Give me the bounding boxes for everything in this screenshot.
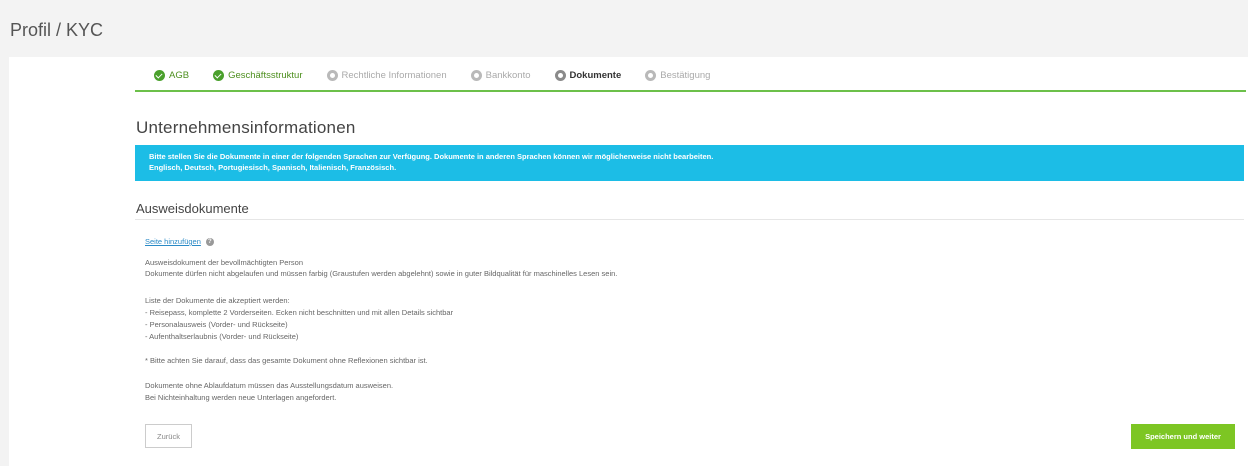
step-label: AGB xyxy=(169,70,190,81)
progress-line xyxy=(135,90,1246,92)
doc-text-line: - Personalausweis (Vorder- und Rückseite… xyxy=(145,320,288,329)
circle-icon xyxy=(645,70,657,81)
step-label: Rechtliche Informationen xyxy=(341,70,447,81)
doc-text-line: - Aufenthaltserlaubnis (Vorder- und Rück… xyxy=(145,332,299,341)
doc-text-line: * Bitte achten Sie darauf, dass das gesa… xyxy=(145,356,428,365)
divider xyxy=(135,219,1244,220)
section-title: Unternehmensinformationen xyxy=(136,118,356,137)
back-button[interactable]: Zurück xyxy=(145,424,192,448)
doc-text-line: Dokumente dürfen nicht abgelaufen und mü… xyxy=(145,269,618,278)
step-agb[interactable]: AGB xyxy=(154,70,189,81)
step-dokumente[interactable]: Dokumente xyxy=(554,70,622,81)
doc-text-line: Dokumente ohne Ablaufdatum müssen das Au… xyxy=(145,381,394,390)
step-label: Dokumente xyxy=(569,70,622,81)
add-page-row: Seite hinzufügen ? xyxy=(145,237,214,246)
doc-text-line: Ausweisdokument der bevollmächtigten Per… xyxy=(145,258,304,267)
doc-text-line: Bei Nichteinhaltung werden neue Unterlag… xyxy=(145,393,337,402)
info-banner: Bitte stellen Sie die Dokumente in einer… xyxy=(135,145,1244,181)
step-rechtliche-informationen[interactable]: Rechtliche Informationen xyxy=(326,70,447,81)
main-card: AGB Geschäftsstruktur Rechtliche Informa… xyxy=(9,57,1248,466)
step-geschaeftsstruktur[interactable]: Geschäftsstruktur xyxy=(213,70,303,81)
add-page-link[interactable]: Seite hinzufügen xyxy=(145,237,201,246)
check-icon xyxy=(213,70,225,81)
circle-icon xyxy=(326,70,338,81)
circle-icon xyxy=(470,70,482,81)
page-title: Profil / KYC xyxy=(10,20,104,40)
banner-line: Bitte stellen Sie die Dokumente in einer… xyxy=(149,152,714,161)
step-label: Bankkonto xyxy=(485,70,531,81)
check-icon xyxy=(154,70,165,81)
doc-text-line: Liste der Dokumente die akzeptiert werde… xyxy=(145,296,290,305)
step-indicator: AGB Geschäftsstruktur Rechtliche Informa… xyxy=(154,70,734,81)
step-label: Bestätigung xyxy=(660,70,711,81)
step-label: Geschäftsstruktur xyxy=(228,70,303,81)
banner-line: Englisch, Deutsch, Portugiesisch, Spanis… xyxy=(149,163,397,172)
documents-title: Ausweisdokumente xyxy=(136,201,249,216)
step-bestaetigung[interactable]: Bestätigung xyxy=(645,70,710,81)
help-icon[interactable]: ? xyxy=(205,237,214,246)
save-and-continue-button[interactable]: Speichern und weiter xyxy=(1131,424,1235,449)
doc-text-line: - Reisepass, komplette 2 Vorderseiten. E… xyxy=(145,308,454,317)
circle-icon xyxy=(554,70,566,81)
step-bankkonto[interactable]: Bankkonto xyxy=(470,70,531,81)
